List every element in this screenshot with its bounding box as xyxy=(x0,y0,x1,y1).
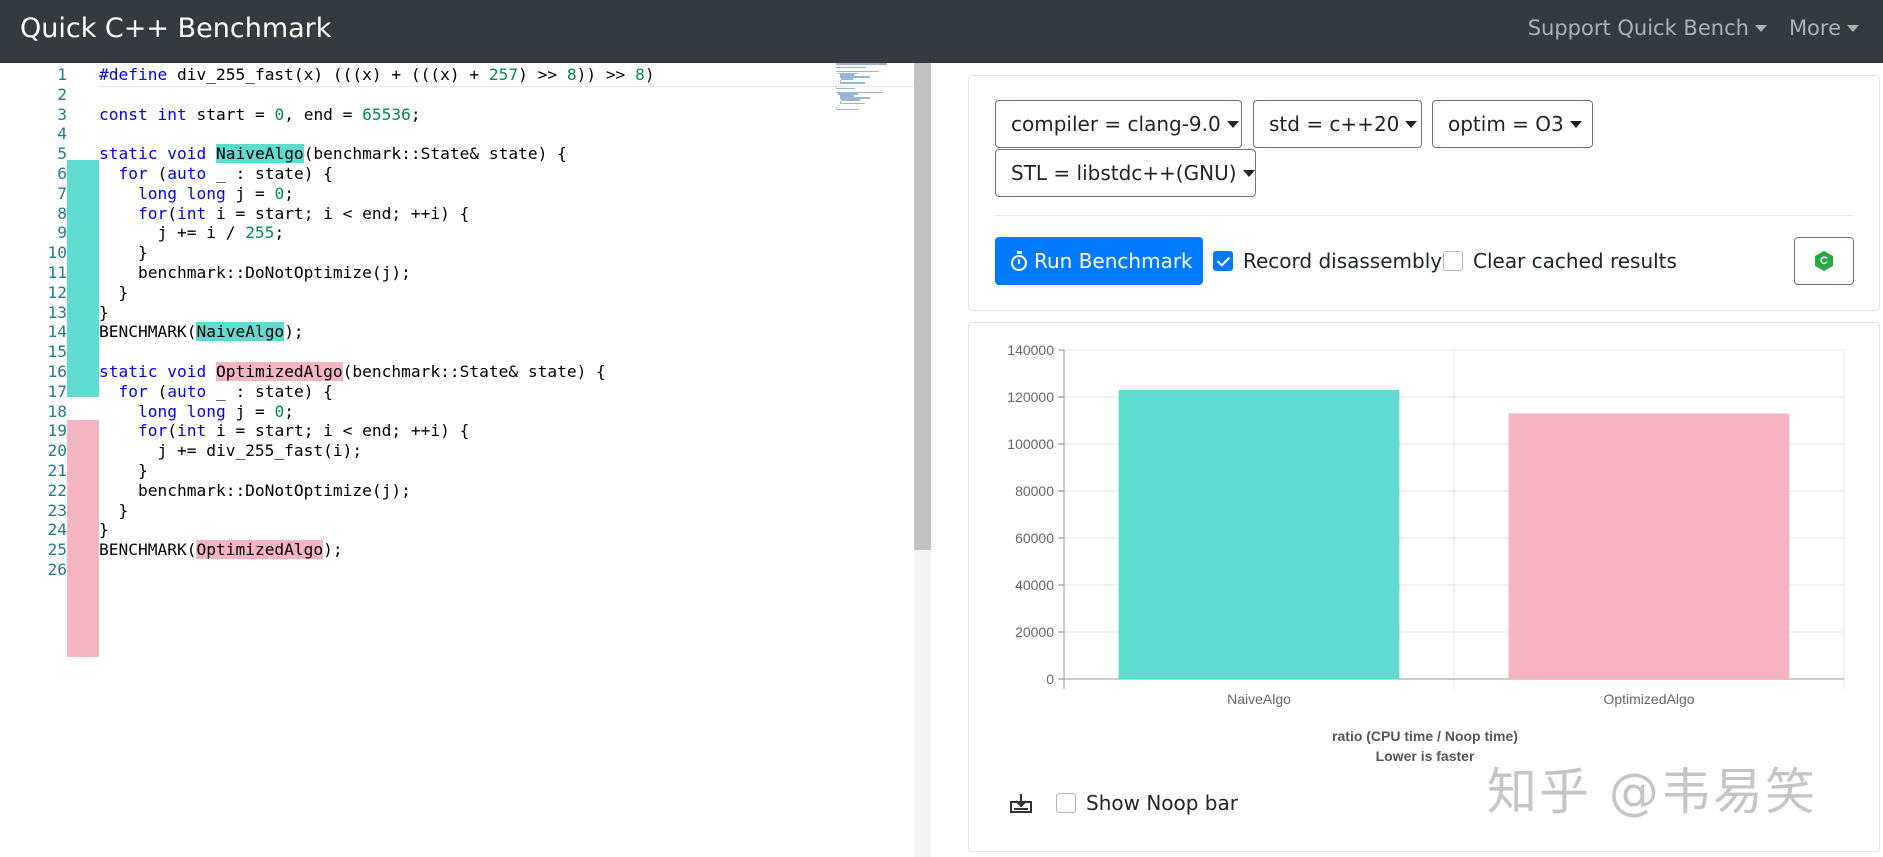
minimap-line xyxy=(836,66,866,69)
optim-dropdown[interactable]: optim = O3 xyxy=(1432,100,1593,148)
caret-down-icon xyxy=(1847,24,1859,32)
minimap-line xyxy=(837,83,839,86)
optim-label: optim = O3 xyxy=(1448,112,1564,136)
y-tick-label: 100000 xyxy=(1007,436,1054,452)
stl-label: STL = libstdc++(GNU) xyxy=(1011,161,1237,185)
navbar: Quick C++ Benchmark Support Quick Bench … xyxy=(0,0,1883,63)
y-tick-label: 40000 xyxy=(1015,577,1054,593)
y-tick-label: 140000 xyxy=(1007,342,1054,358)
bar-naivealgo xyxy=(1118,389,1400,679)
minimap-line xyxy=(836,108,859,111)
show-noop-label[interactable]: Show Noop bar xyxy=(1086,791,1238,815)
x-axis-sublabel: Lower is faster xyxy=(1376,748,1475,764)
caret-down-icon xyxy=(1754,24,1767,32)
cpp-logo-icon: C xyxy=(1815,251,1833,271)
line-number: 26 xyxy=(47,560,68,579)
download-icon[interactable] xyxy=(1010,793,1032,813)
code-line[interactable]: 26 xyxy=(0,558,915,582)
minimap-line xyxy=(839,102,865,105)
caret-down-icon xyxy=(1405,120,1418,128)
compiler-label: compiler = clang-9.0 xyxy=(1011,112,1221,136)
y-tick-label: 20000 xyxy=(1015,624,1054,640)
support-quick-bench-dropdown[interactable]: Support Quick Bench xyxy=(1528,16,1767,40)
minimap-line xyxy=(836,87,855,90)
more-link-label: More xyxy=(1788,16,1841,40)
caret-down-icon xyxy=(1242,169,1255,177)
std-label: std = c++20 xyxy=(1269,112,1400,136)
std-dropdown[interactable]: std = c++20 xyxy=(1253,100,1422,148)
watermark: 知乎 @韦易笑 xyxy=(1487,763,1817,821)
y-tick-label: 60000 xyxy=(1015,530,1054,546)
minimap-line xyxy=(837,104,839,107)
minimap-line xyxy=(841,78,854,80)
minimap[interactable] xyxy=(836,63,898,113)
nav-links: Support Quick Bench More xyxy=(1528,16,1859,40)
record-disassembly-checkbox[interactable] xyxy=(1213,251,1233,271)
benchmark-chart: 0 20000 40000 60000 80000 100000 120000 140000 N… xyxy=(1007,342,1845,764)
x-axis-label: ratio (CPU time / Noop time) xyxy=(1332,728,1518,744)
code-editor[interactable]: 1 #define div_255_fast(x) (((x) + (((x) +… xyxy=(0,63,915,857)
x-tick-label: NaiveAlgo xyxy=(1227,691,1291,707)
more-dropdown[interactable]: More xyxy=(1789,16,1859,40)
show-noop-checkbox[interactable] xyxy=(1056,793,1076,813)
caret-down-icon xyxy=(1569,120,1582,128)
run-benchmark-button[interactable]: Run Benchmark xyxy=(995,237,1203,285)
editor-scrollbar-thumb[interactable] xyxy=(914,63,931,550)
quick-bench-icon-button[interactable]: C xyxy=(1794,237,1854,285)
brand-title[interactable]: Quick C++ Benchmark xyxy=(20,13,331,44)
minimap-line xyxy=(841,99,861,101)
clear-cached-label[interactable]: Clear cached results xyxy=(1473,249,1677,273)
divider xyxy=(995,215,1853,216)
clear-cached-checkbox[interactable] xyxy=(1443,251,1463,271)
stl-dropdown[interactable]: STL = libstdc++(GNU) xyxy=(995,149,1256,197)
y-tick-label: 0 xyxy=(1046,671,1054,687)
stopwatch-icon xyxy=(1011,251,1027,271)
x-tick-label: OptimizedAlgo xyxy=(1603,691,1694,707)
compiler-dropdown[interactable]: compiler = clang-9.0 xyxy=(995,100,1242,148)
y-tick-label: 80000 xyxy=(1015,483,1054,499)
minimap-line xyxy=(839,82,865,84)
record-disassembly-label[interactable]: Record disassembly xyxy=(1243,249,1442,273)
y-tick-label: 120000 xyxy=(1007,389,1054,405)
minimap-line xyxy=(836,63,888,65)
support-link-label: Support Quick Bench xyxy=(1527,16,1749,40)
caret-down-icon xyxy=(1226,120,1239,128)
bar-optimizedalgo xyxy=(1508,413,1790,679)
run-benchmark-label: Run Benchmark xyxy=(1034,249,1193,273)
